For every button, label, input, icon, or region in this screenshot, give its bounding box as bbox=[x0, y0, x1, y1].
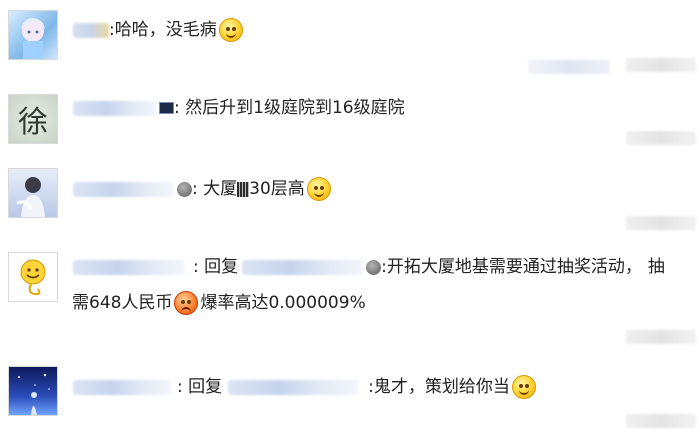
reply-count-blurred[interactable] bbox=[626, 414, 696, 428]
timestamp-blurred bbox=[528, 60, 610, 74]
username-blurred[interactable] bbox=[73, 22, 109, 38]
avatar[interactable] bbox=[8, 252, 58, 302]
comment-line: : 大厦 30层高 bbox=[73, 176, 331, 202]
username-blurred[interactable] bbox=[73, 379, 171, 395]
username-blurred[interactable] bbox=[73, 100, 157, 116]
comment-line: : 哈哈，没毛病 bbox=[73, 17, 243, 43]
username-blurred[interactable] bbox=[73, 181, 173, 197]
comment-text-line2-part1: 需648人民币 bbox=[72, 293, 173, 313]
calligraphy-avatar: 徐 bbox=[9, 95, 57, 143]
comment-text-part2: 30层高 bbox=[249, 179, 305, 199]
comment-text: : 然后升到1级庭院到16级庭院 bbox=[174, 98, 405, 118]
avatar[interactable] bbox=[8, 10, 58, 60]
reply-target-blurred[interactable] bbox=[242, 259, 365, 275]
comment-text-line1: :开拓大厦地基需要通过抽奖活动， bbox=[381, 257, 642, 277]
smirk-emoji bbox=[218, 18, 243, 42]
comment-text-line2-part2: 爆率高达0.000009% bbox=[200, 293, 366, 313]
reply-label: : 回复 bbox=[177, 377, 223, 397]
gray-emoji-icon bbox=[366, 259, 382, 275]
smile-emoji bbox=[306, 177, 331, 201]
comment-line-2: 需648人民币 爆率高达0.000009% bbox=[72, 290, 366, 316]
comment-text-line1-tail: 抽 bbox=[647, 257, 665, 277]
comment-line: : 然后升到1级庭院到16级庭院 bbox=[73, 95, 405, 121]
comment-text-part1: : 大厦 bbox=[192, 179, 238, 199]
building-icon bbox=[237, 181, 250, 197]
reply-count-blurred[interactable] bbox=[626, 330, 696, 344]
night-sky-avatar bbox=[18, 373, 50, 415]
comment-text: 哈哈，没毛病 bbox=[114, 20, 217, 40]
comment-line: : 回复 :鬼才，策划给你当 bbox=[73, 374, 536, 400]
reply-count-blurred[interactable] bbox=[626, 131, 696, 145]
reply-count-blurred[interactable] bbox=[626, 216, 696, 230]
username-blurred[interactable] bbox=[73, 259, 185, 275]
reply-count-blurred[interactable] bbox=[626, 58, 696, 72]
angry-emoji bbox=[174, 291, 199, 315]
reply-label: : 回复 bbox=[193, 257, 239, 277]
emoji-avatar bbox=[20, 259, 46, 296]
comment-text: :鬼才，策划给你当 bbox=[368, 377, 510, 397]
person-photo-avatar bbox=[16, 177, 45, 217]
reply-target-blurred[interactable] bbox=[228, 379, 359, 395]
comment-line: : 回复 :开拓大厦地基需要通过抽奖活动， 抽 bbox=[73, 254, 665, 280]
avatar[interactable] bbox=[8, 168, 58, 218]
gray-emoji-icon bbox=[177, 181, 192, 197]
smile-emoji bbox=[511, 375, 536, 399]
avatar[interactable] bbox=[8, 366, 58, 416]
anime-character-avatar bbox=[21, 18, 45, 59]
computer-icon bbox=[159, 102, 174, 114]
avatar[interactable]: 徐 bbox=[8, 94, 58, 144]
